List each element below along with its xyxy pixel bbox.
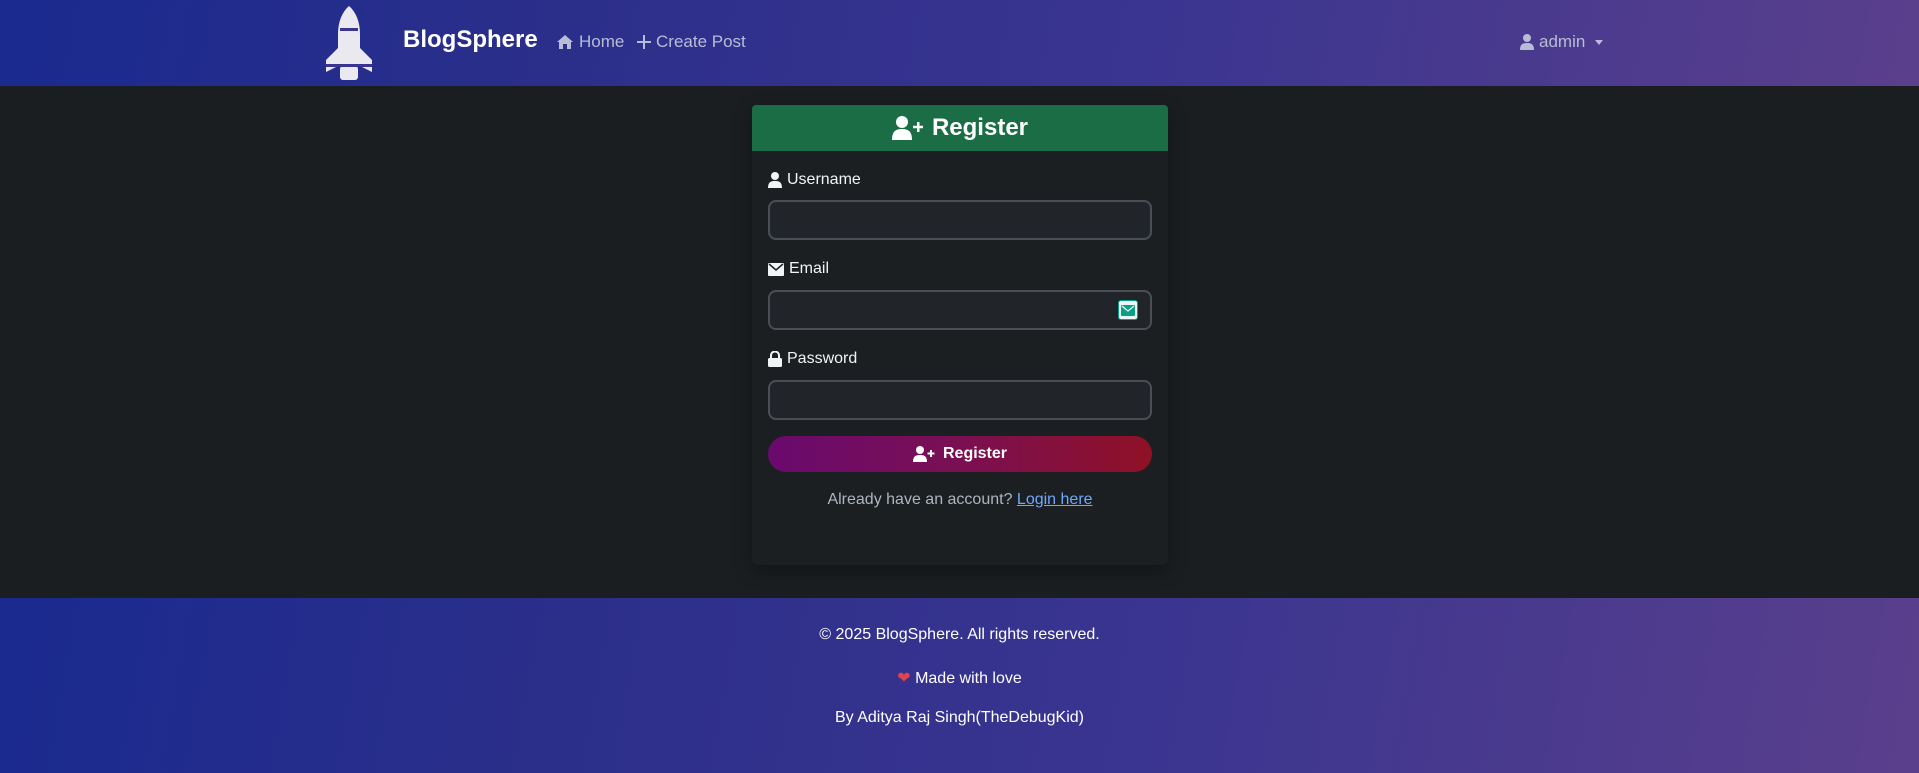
user-plus-icon <box>912 446 935 462</box>
user-menu-label: admin <box>1539 32 1586 51</box>
register-card: Register Username Email Password Registe… <box>752 105 1168 565</box>
footer-made-with-text: Made with love <box>915 670 1022 687</box>
email-label-text: Email <box>789 260 830 277</box>
footer: © 2025 BlogSphere. All rights reserved. … <box>0 598 1919 773</box>
card-title: Register <box>931 114 1029 141</box>
user-plus-icon <box>891 116 923 140</box>
navbar: BlogSphere Home Create Post admin <box>0 0 1919 86</box>
username-input[interactable] <box>768 200 1152 240</box>
password-input[interactable] <box>768 380 1152 420</box>
lock-icon <box>768 351 782 367</box>
rocket-icon[interactable] <box>320 4 378 82</box>
register-button[interactable]: Register <box>768 436 1152 472</box>
nav-create-label: Create Post <box>656 32 746 51</box>
login-link[interactable]: Login here <box>1017 491 1093 508</box>
password-label: Password <box>768 350 857 368</box>
username-label-text: Username <box>787 171 861 188</box>
user-menu-toggle[interactable]: admin <box>1520 32 1604 52</box>
envelope-icon <box>768 262 784 276</box>
user-icon <box>768 172 782 188</box>
register-button-label: Register <box>942 445 1008 462</box>
login-prompt-text: Already have an account? <box>827 491 1013 508</box>
nav-home-label: Home <box>579 32 625 51</box>
home-icon <box>557 35 573 49</box>
heart-icon: ❤ <box>897 670 911 687</box>
user-icon <box>1520 34 1534 50</box>
email-input[interactable] <box>768 290 1152 330</box>
chevron-down-icon <box>1595 39 1604 45</box>
plus-icon <box>637 35 651 49</box>
autofill-icon[interactable] <box>1118 300 1138 320</box>
username-label: Username <box>768 171 861 189</box>
password-label-text: Password <box>787 350 858 367</box>
nav-home-link[interactable]: Home <box>556 32 624 52</box>
login-prompt: Already have an account? Login here <box>752 491 1168 509</box>
footer-author: By Aditya Raj Singh(TheDebugKid) <box>834 709 1085 726</box>
card-header: Register <box>752 105 1168 151</box>
nav-create-post-link[interactable]: Create Post <box>637 32 746 52</box>
envelope-icon <box>1121 304 1135 316</box>
footer-made-with: ❤ Made with love <box>0 668 1919 688</box>
email-label: Email <box>768 260 829 278</box>
footer-copyright: © 2025 BlogSphere. All rights reserved. <box>819 626 1100 643</box>
brand-name[interactable]: BlogSphere <box>403 26 538 54</box>
